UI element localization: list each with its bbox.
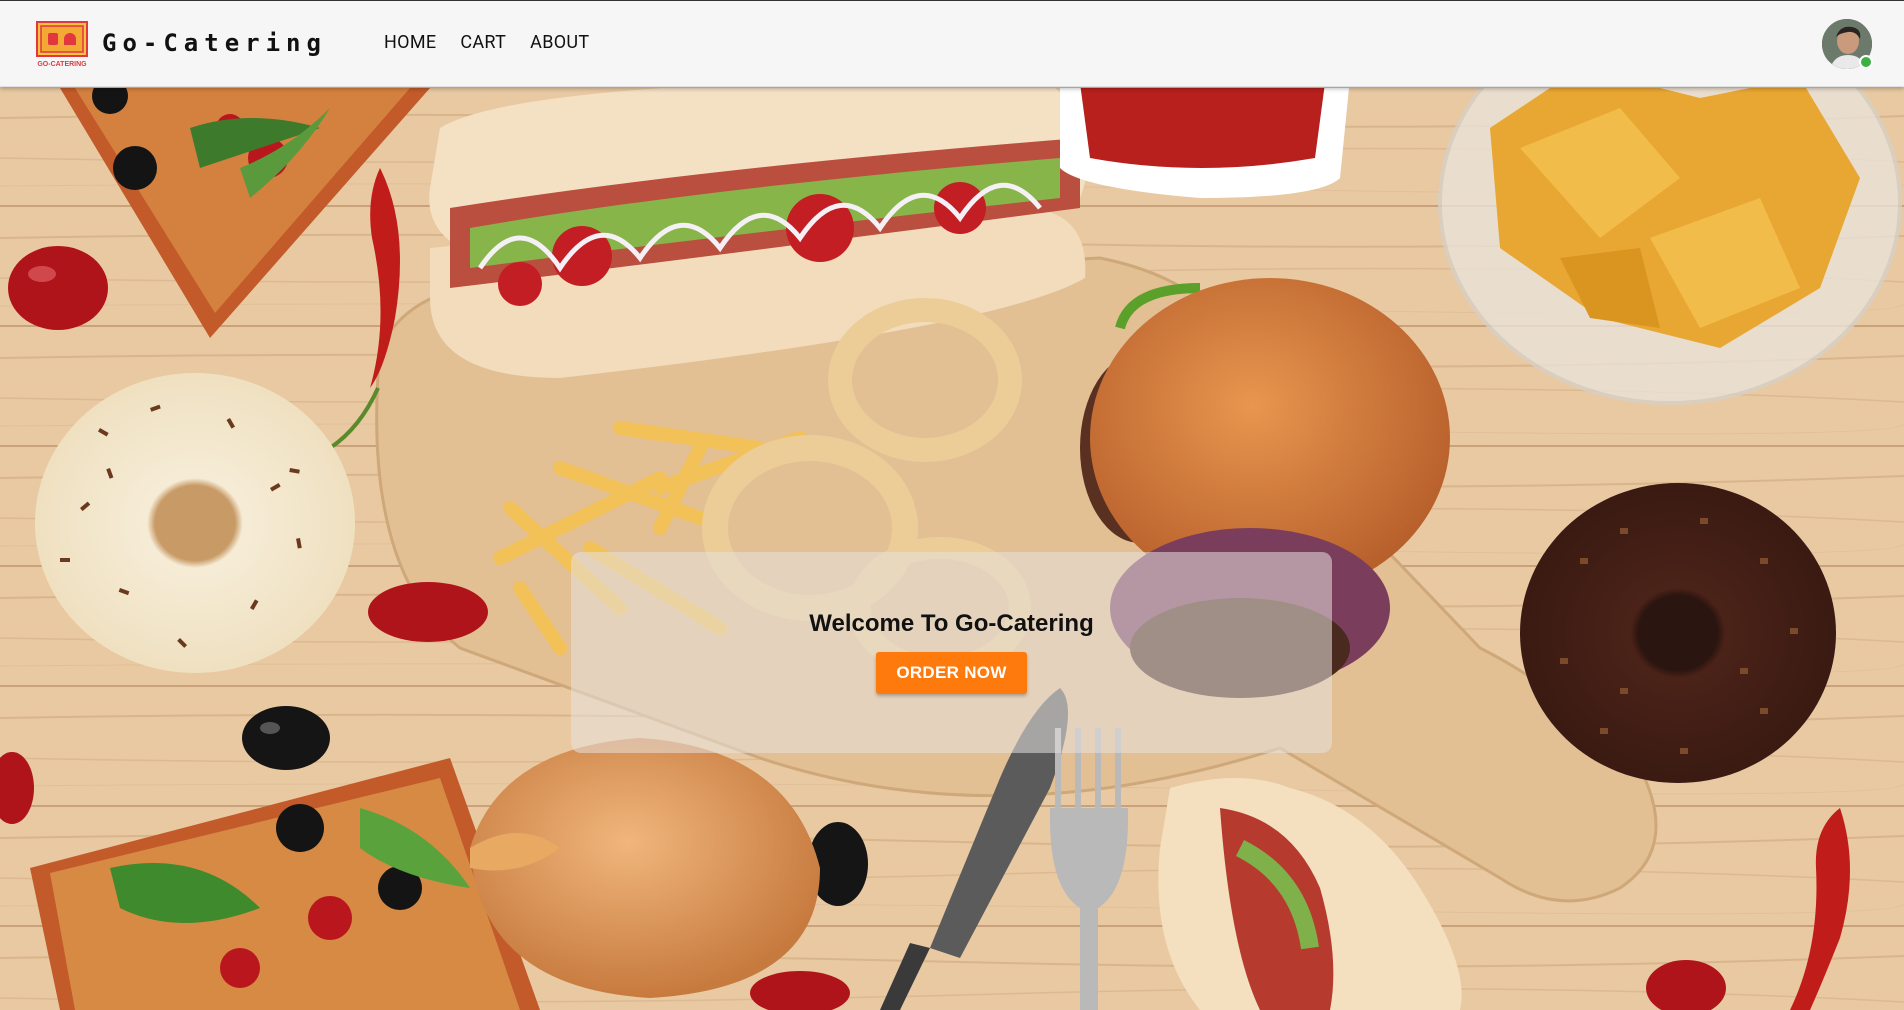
- welcome-card: Welcome To Go-Catering ORDER NOW: [571, 552, 1332, 753]
- welcome-title: Welcome To Go-Catering: [809, 610, 1094, 637]
- food-tray-icon: GO-CATERING: [36, 21, 88, 68]
- order-now-button[interactable]: ORDER NOW: [876, 652, 1027, 694]
- top-navbar: GO-CATERING Go-Catering HOME CART ABOUT: [0, 0, 1904, 87]
- hero-section: Welcome To Go-Catering ORDER NOW: [0, 88, 1904, 1010]
- nav-about-link[interactable]: ABOUT: [530, 32, 589, 53]
- brand-name[interactable]: Go-Catering: [102, 29, 327, 57]
- nav-home-link[interactable]: HOME: [384, 32, 436, 53]
- nav-cart-link[interactable]: CART: [460, 32, 506, 53]
- logo-caption: GO-CATERING: [37, 61, 87, 68]
- online-status-icon: [1859, 55, 1873, 69]
- food-spread-photo: [0, 88, 1904, 1010]
- brand-logo[interactable]: GO-CATERING: [36, 21, 88, 69]
- main-nav: HOME CART ABOUT: [384, 32, 613, 53]
